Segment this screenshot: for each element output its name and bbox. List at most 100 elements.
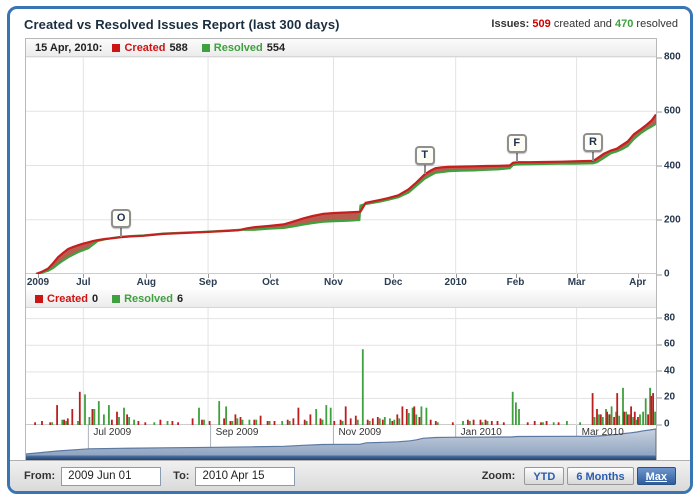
report-header: Created vs Resolved Issues Report (last … [24, 15, 678, 33]
created-day-bar [413, 406, 415, 425]
created-day-bar [71, 409, 73, 425]
daily-chart[interactable] [26, 308, 656, 425]
footer-toolbar: From: To: Zoom: YTD 6 Months Max [10, 460, 690, 491]
daily-chart-canvas[interactable] [26, 308, 656, 425]
flag-O[interactable]: O [111, 209, 131, 228]
resolved-day-bar [642, 412, 644, 425]
resolved-day-bar [421, 406, 423, 425]
created-day-bar [613, 417, 615, 425]
daily-resolved-label: Resolved [124, 293, 173, 305]
created-day-bar [652, 393, 654, 425]
resolved-day-bar [408, 413, 410, 425]
created-resolved-gap-area [36, 115, 656, 275]
x-axis-label-2009: 2009 [27, 277, 49, 288]
created-day-bar [647, 414, 649, 425]
flag-R[interactable]: R [583, 133, 603, 152]
resolved-day-bar [89, 417, 91, 425]
resolved-day-bar [128, 417, 130, 425]
y-axis-label-600: 600 [664, 106, 681, 117]
resolved-day-bar [594, 417, 596, 425]
x-axis-label-Sep: Sep [199, 277, 217, 288]
resolved-day-bar [108, 405, 110, 425]
chart-frame: 15 Apr, 2010: Created 588 Resolved 554 O… [25, 38, 657, 461]
created-day-bar [79, 392, 81, 425]
flag-stem-O [120, 228, 122, 237]
to-input[interactable] [195, 467, 295, 486]
resolved-day-bar [389, 418, 391, 425]
x-axis-label-Mar: Mar [568, 277, 586, 288]
tooltip-resolved-label: Resolved [214, 42, 263, 54]
resolved-day-bar [515, 402, 517, 425]
tooltip-created-value: 588 [169, 42, 187, 54]
x-axis-label-Feb: Feb [507, 277, 525, 288]
zoom-controls: Zoom: YTD 6 Months Max [482, 467, 676, 485]
created-swatch-icon [35, 295, 43, 303]
navigator-label-Nov-2009: Nov 2009 [338, 427, 381, 438]
main-chart[interactable]: O T F R [26, 57, 656, 274]
created-day-bar [260, 416, 262, 425]
main-chart-canvas[interactable] [26, 57, 656, 274]
resolved-day-bar [645, 398, 647, 425]
y-axis-label-60: 60 [664, 339, 675, 350]
resolved-day-bar [198, 408, 200, 425]
zoom-ytd-button[interactable]: YTD [524, 467, 564, 485]
resolved-day-bar [123, 408, 125, 425]
resolved-day-bar [315, 409, 317, 425]
resolved-day-bar [598, 414, 600, 425]
resolved-day-bar [237, 418, 239, 425]
created-day-bar [223, 418, 225, 425]
created-series-line [36, 115, 656, 275]
x-axis-label-Oct: Oct [262, 277, 279, 288]
x-axis-label-2010: 2010 [445, 277, 467, 288]
created-day-bar [355, 416, 357, 425]
flag-F[interactable]: F [507, 134, 527, 153]
x-axis-label-Aug: Aug [137, 277, 156, 288]
created-day-bar [606, 412, 608, 425]
resolved-day-bar [412, 408, 414, 425]
zoom-max-button[interactable]: Max [637, 467, 676, 485]
daily-created-label: Created [47, 293, 88, 305]
resolved-count: 470 [615, 18, 633, 30]
from-input[interactable] [61, 467, 161, 486]
navigator-label-Mar-2010: Mar 2010 [582, 427, 624, 438]
resolved-day-bar [330, 408, 332, 425]
tooltip-created-label: Created [124, 42, 165, 54]
x-axis-label-Jul: Jul [76, 277, 90, 288]
y-axis-label-200: 200 [664, 214, 681, 225]
created-day-bar [320, 418, 322, 425]
created-day-bar [56, 405, 58, 425]
to-label: To: [173, 470, 189, 482]
zoom-6months-button[interactable]: 6 Months [567, 467, 633, 485]
created-day-bar [377, 417, 379, 425]
resolved-day-bar [602, 417, 604, 425]
created-day-bar [600, 414, 602, 425]
flag-T[interactable]: T [415, 146, 435, 165]
resolved-day-bar [218, 401, 220, 425]
created-day-bar [67, 418, 69, 425]
created-day-bar [637, 417, 639, 425]
resolved-day-bar [632, 417, 634, 425]
created-word: created and [554, 18, 612, 30]
x-axis-label-Apr: Apr [629, 277, 646, 288]
created-day-bar [293, 418, 295, 425]
issues-summary: Issues: 509 created and 470 resolved [491, 18, 678, 30]
resolved-day-bar [512, 392, 514, 425]
daily-resolved-value: 6 [177, 293, 183, 305]
created-day-bar [372, 418, 374, 425]
navigator[interactable]: Jul 2009Sep 2009Nov 2009Jan 2010Mar 2010 [26, 425, 656, 456]
resolved-day-bar [426, 408, 428, 425]
created-day-bar [592, 393, 594, 425]
resolved-series-line [36, 124, 656, 274]
from-label: From: [24, 470, 55, 482]
resolved-swatch-icon [202, 44, 210, 52]
created-day-bar [402, 406, 404, 425]
resolved-day-bar [518, 409, 520, 425]
flag-stem-R [592, 152, 594, 161]
resolved-day-bar [415, 414, 417, 425]
created-day-bar [92, 409, 94, 425]
created-count: 509 [532, 18, 550, 30]
created-day-bar [634, 412, 636, 425]
navigator-label-Sep-2009: Sep 2009 [216, 427, 259, 438]
resolved-day-bar [384, 417, 386, 425]
created-swatch-icon [112, 44, 120, 52]
